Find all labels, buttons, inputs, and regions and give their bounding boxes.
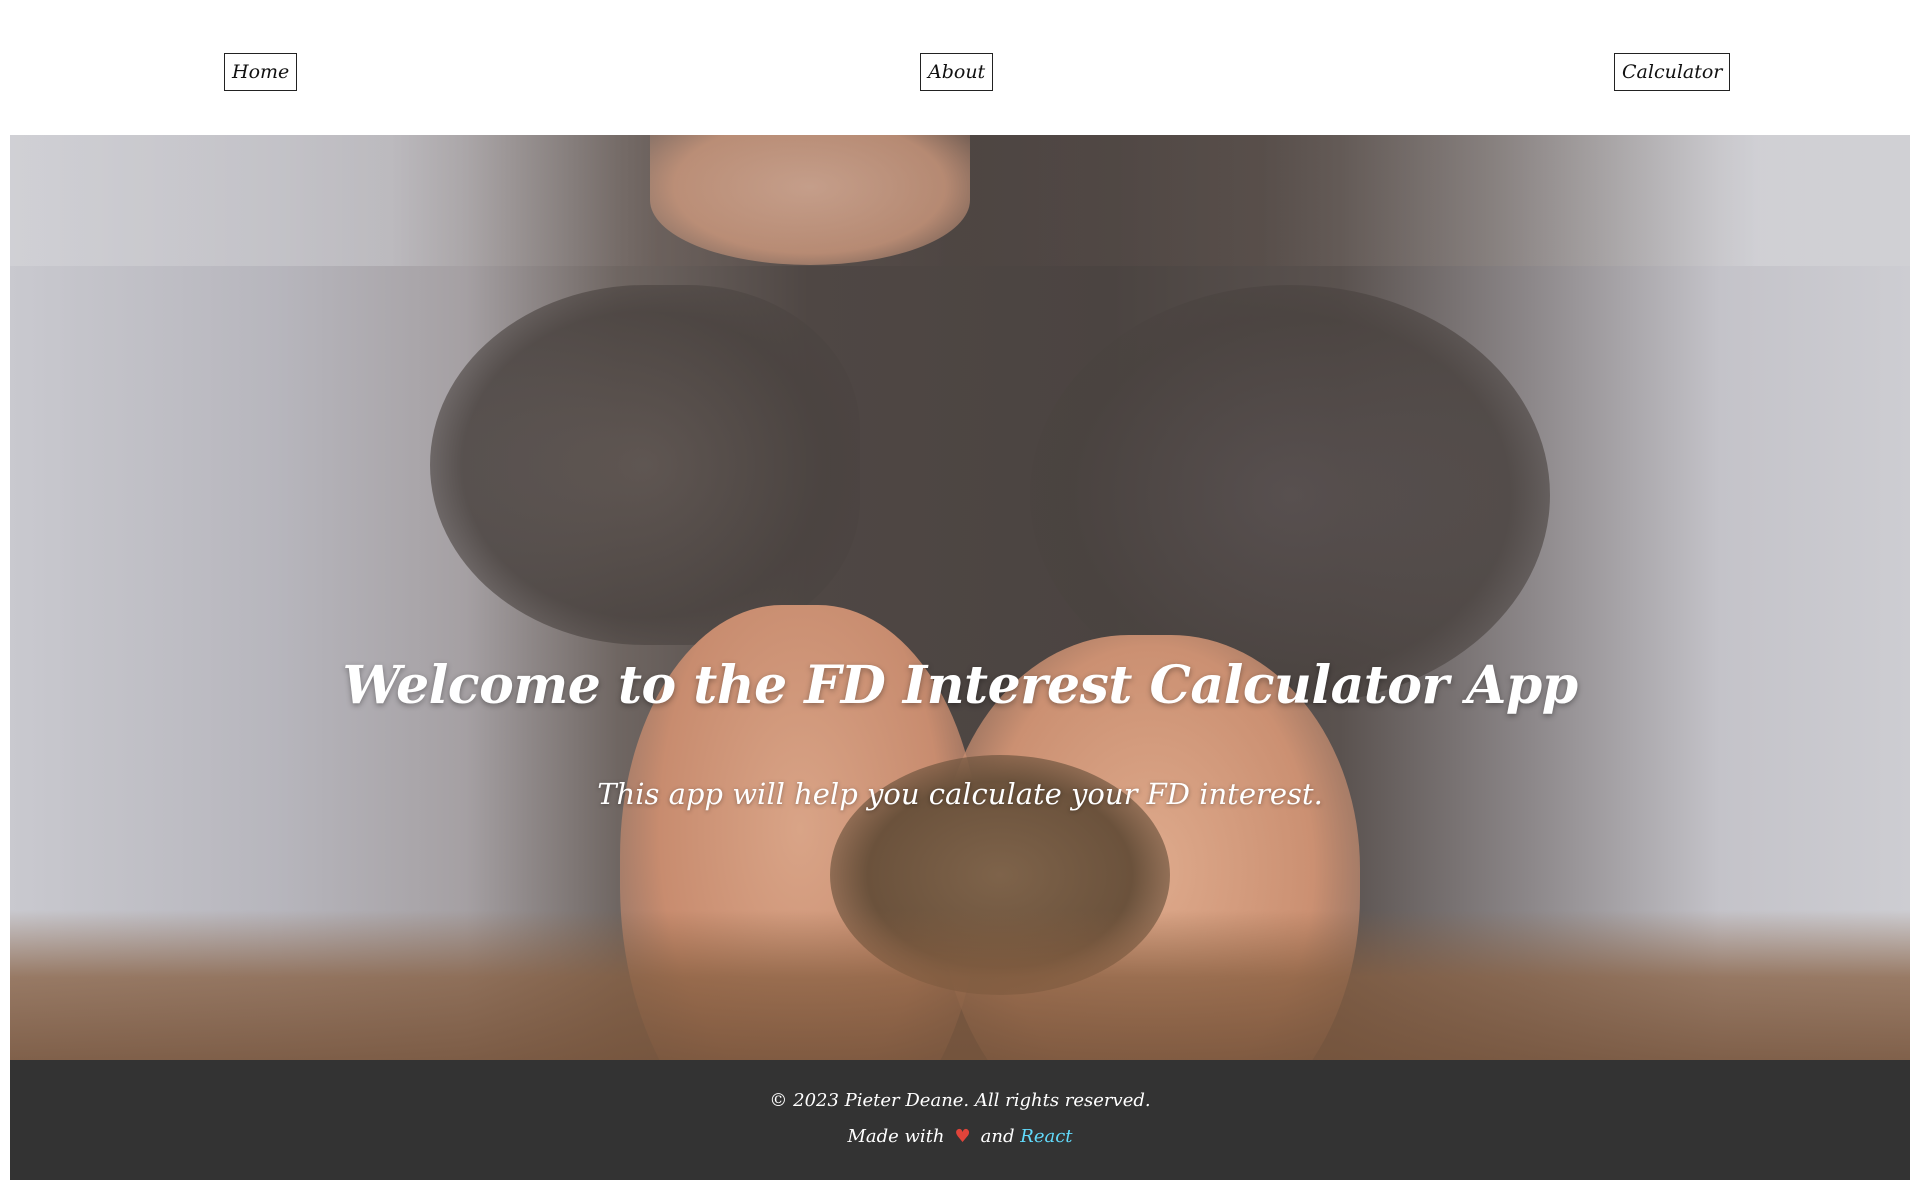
and-text: and [980, 1126, 1015, 1147]
heart-icon: ♥ [954, 1126, 971, 1147]
hero-image-hand-top [650, 135, 970, 265]
made-with-text: Made with [847, 1126, 945, 1147]
hero-image-floor [10, 910, 1910, 1060]
hero-title: Welcome to the FD Interest Calculator Ap… [342, 655, 1578, 716]
footer-made-with: Made with ♥ and React [10, 1126, 1910, 1147]
hero-image-sleeve-left [430, 285, 860, 645]
react-link[interactable]: React [1020, 1126, 1072, 1147]
top-navigation: Home About Calculator [0, 0, 1920, 135]
hero-banner: Welcome to the FD Interest Calculator Ap… [10, 135, 1910, 1060]
nav-about-button[interactable]: About [920, 53, 994, 91]
nav-calculator-button[interactable]: Calculator [1614, 53, 1731, 91]
footer: © 2023 Pieter Deane. All rights reserved… [10, 1060, 1910, 1180]
nav-home-button[interactable]: Home [224, 53, 298, 91]
hero-subtitle: This app will help you calculate your FD… [597, 777, 1323, 811]
footer-copyright: © 2023 Pieter Deane. All rights reserved… [769, 1090, 1151, 1111]
